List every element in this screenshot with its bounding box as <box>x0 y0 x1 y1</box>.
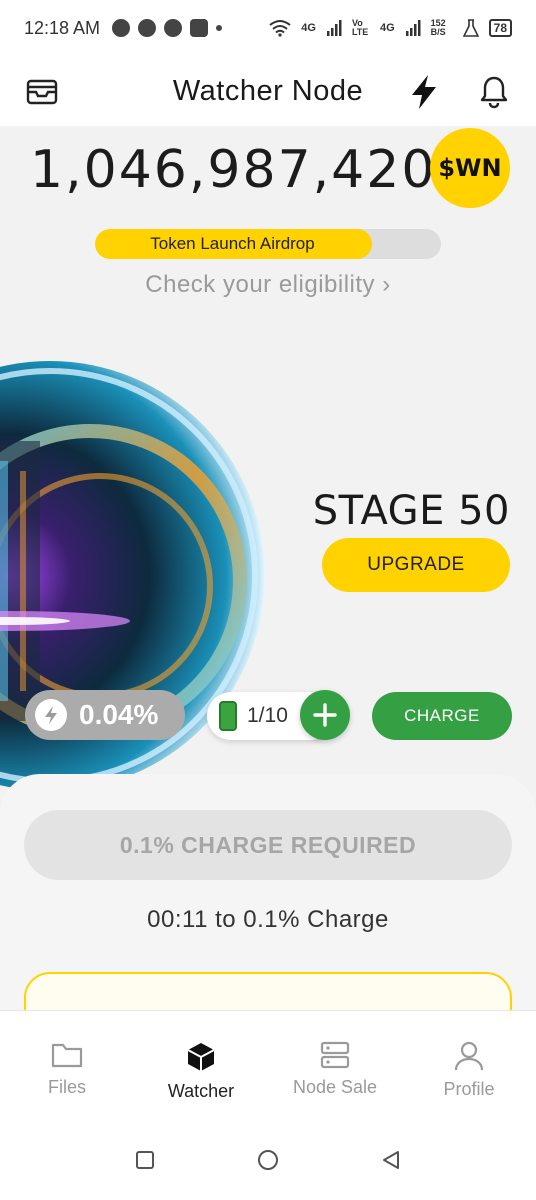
charge-sheet: 0.1% CHARGE REQUIRED 00:11 to 0.1% Charg… <box>0 774 536 1010</box>
folder-icon <box>51 1043 83 1068</box>
add-charge-button[interactable] <box>300 690 350 740</box>
upgrade-button[interactable]: UPGRADE <box>322 538 510 592</box>
bell-icon <box>480 76 508 109</box>
nav-label-watcher: Watcher <box>167 1081 235 1101</box>
notifications-button[interactable] <box>474 72 514 112</box>
token-balance: 1,046,987,420 <box>30 140 437 200</box>
charge-required-button[interactable]: 0.1% CHARGE REQUIRED <box>24 810 512 880</box>
stage-label: STAGE 50 <box>312 488 510 534</box>
bolt-icon <box>35 699 67 731</box>
battery-indicator: 78 <box>488 19 512 37</box>
messenger-icon <box>138 19 157 37</box>
status-right: 4G Vo LTE 4G 152 B/S 78 <box>269 19 512 37</box>
more-notifications-icon <box>216 25 223 31</box>
telegram-icon <box>164 19 183 37</box>
status-time: 12:18 AM <box>24 17 101 38</box>
nav-item-node-sale[interactable]: Node Sale <box>268 1011 402 1120</box>
speed-label: 152 B/S <box>430 18 446 37</box>
airdrop-label: Token Launch Airdrop <box>150 234 315 253</box>
token-symbol: $WN <box>438 154 502 182</box>
system-nav-bar <box>0 1120 536 1200</box>
app-header: Watcher Node <box>0 56 536 126</box>
wifi-icon <box>269 20 291 37</box>
bottom-nav: Files Watcher Node Sale Profile <box>0 1010 536 1120</box>
volte-label: Vo LTE <box>351 18 369 37</box>
server-icon <box>320 1041 350 1069</box>
promo-card[interactable] <box>24 972 512 1010</box>
cube-icon <box>187 1043 215 1071</box>
network-label-2: 4G <box>379 22 395 34</box>
home-button[interactable] <box>256 1148 280 1172</box>
boost-button[interactable] <box>404 72 444 112</box>
nav-item-files[interactable]: Files <box>0 1011 134 1120</box>
signal-icon-2 <box>405 20 421 36</box>
page-title: Watcher Node <box>172 74 364 107</box>
airdrop-progress[interactable]: Token Launch Airdrop <box>95 229 441 259</box>
nav-label-profile: Profile <box>443 1079 495 1099</box>
youtube-icon <box>190 19 209 37</box>
battery-count: 1/10 <box>247 704 288 727</box>
charge-percent: 0.04% <box>79 699 159 730</box>
balance-row: 1,046,987,420 <box>30 140 436 200</box>
network-label-1: 4G <box>301 22 316 34</box>
nav-item-profile[interactable]: Profile <box>402 1011 536 1120</box>
signal-icon <box>326 20 342 36</box>
charge-button[interactable]: CHARGE <box>372 692 512 740</box>
nav-label-node-sale: Node Sale <box>292 1077 378 1097</box>
nav-item-watcher[interactable]: Watcher <box>134 1011 268 1120</box>
recents-button[interactable] <box>134 1149 156 1171</box>
status-bar: 12:18 AM 4G Vo LTE 4G 152 B/S 78 <box>0 0 536 56</box>
plus-icon <box>313 703 337 727</box>
notification-icons <box>112 19 223 37</box>
back-button[interactable] <box>380 1149 402 1171</box>
charge-percent-pill: 0.04% <box>25 690 185 740</box>
eligibility-link[interactable]: Check your eligibility › <box>0 271 536 299</box>
charge-timer: 00:11 to 0.1% Charge <box>147 906 389 933</box>
battery-icon <box>219 701 237 731</box>
user-icon <box>454 1041 484 1071</box>
main-content: 1,046,987,420 $WN Token Launch Airdrop C… <box>0 126 536 1010</box>
facebook-icon <box>112 19 131 37</box>
nav-label-files: Files <box>47 1077 86 1097</box>
wn-token-badge[interactable]: $WN <box>430 128 510 208</box>
flask-icon <box>462 19 479 37</box>
lightning-icon <box>412 75 436 109</box>
